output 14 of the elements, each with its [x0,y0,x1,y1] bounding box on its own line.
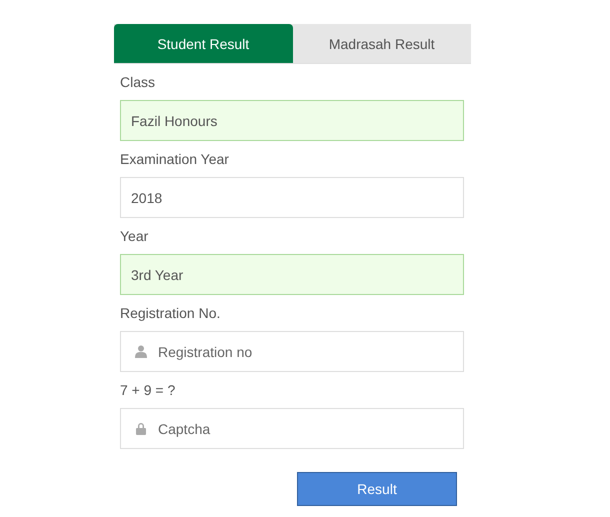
field-label: Class [120,73,156,92]
lock-icon [135,422,147,435]
field-label: 7 + 9 = ? [120,381,176,400]
field-label: Year [120,227,150,246]
result-button[interactable]: Result [297,472,457,506]
field-label: Registration No. [120,304,222,323]
field-label: Examination Year [120,150,230,169]
input-field[interactable]: 2018 [120,177,464,218]
input-field[interactable]: 3rd Year [120,254,464,295]
user-icon [135,345,147,358]
input-field[interactable]: Captcha [120,408,464,449]
input-field[interactable]: Fazil Honours [120,100,464,141]
input-field[interactable]: Registration no [120,331,464,372]
tab[interactable]: Student Result [114,24,292,63]
